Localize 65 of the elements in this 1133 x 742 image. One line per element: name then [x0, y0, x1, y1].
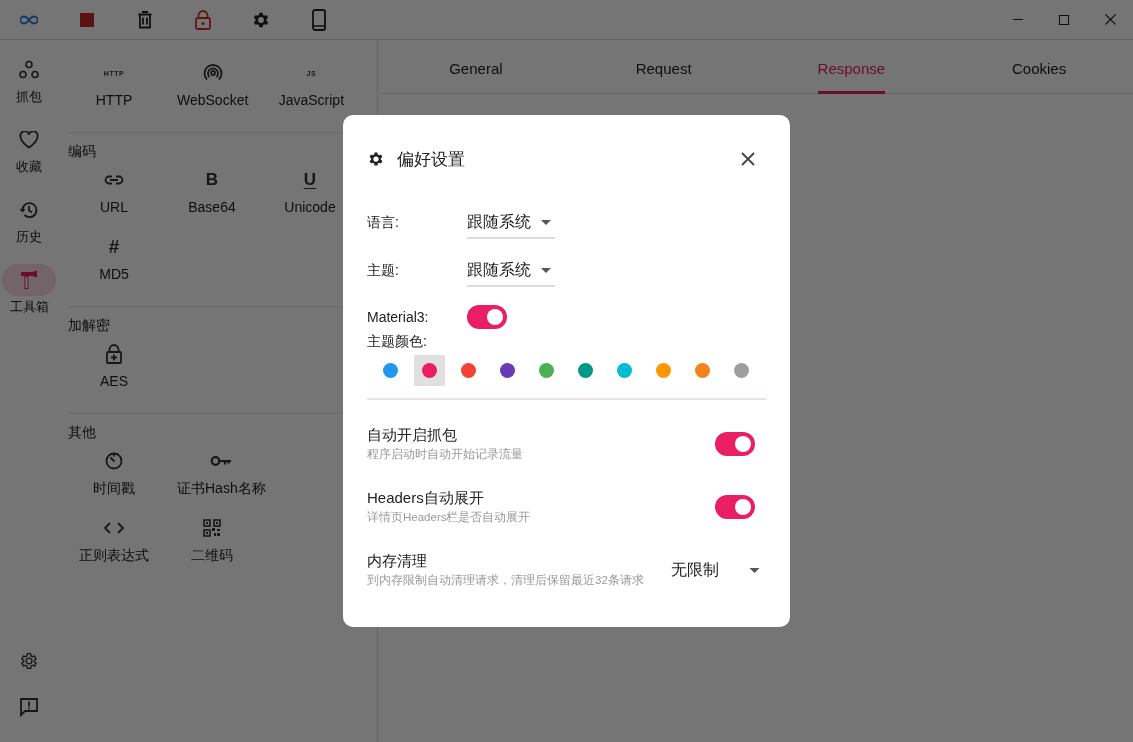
phone-icon — [312, 8, 326, 31]
lock-plus-icon — [106, 344, 122, 364]
history-icon — [19, 200, 39, 220]
tool-item[interactable]: URL — [65, 167, 163, 225]
nav-item[interactable]: 收藏 — [0, 124, 58, 180]
feedback-icon — [19, 697, 39, 717]
dropdown[interactable]: 无限制 — [671, 559, 760, 581]
trash-icon — [138, 10, 152, 29]
tab[interactable]: Response — [757, 40, 946, 93]
field-label: 语言: — [367, 214, 400, 232]
stop-icon — [80, 12, 94, 27]
tab[interactable]: Request — [569, 40, 758, 93]
tool-item[interactable]: WebSocket — [163, 60, 263, 118]
timer-icon — [105, 452, 123, 470]
section-heading: 编码 — [68, 143, 97, 161]
heart-icon — [19, 131, 39, 149]
color-option[interactable] — [414, 355, 445, 386]
dropdown-arrow-icon — [541, 267, 551, 273]
link-icon — [104, 175, 124, 185]
setting-description: 到内存限制自动清理请求，清理后保留最近32条请求 — [367, 573, 645, 588]
tool-item[interactable]: B Base64 — [163, 167, 261, 225]
dropdown[interactable]: 跟随系统 — [467, 259, 555, 287]
circles-icon — [19, 60, 39, 80]
close-icon — [1104, 14, 1116, 25]
glyph-icon: # — [108, 236, 120, 258]
tool-item[interactable]: 正则表达式 — [65, 515, 163, 573]
nav-item[interactable]: 历史 — [0, 194, 58, 250]
code-icon — [104, 522, 124, 534]
tab[interactable]: Cookies — [945, 40, 1133, 93]
tool-item[interactable]: # MD5 — [65, 234, 163, 292]
setting-title: Headers自动展开 — [367, 489, 485, 508]
setting-title: 自动开启抓包 — [367, 426, 458, 445]
field-label: 主题颜色: — [367, 333, 428, 351]
dropdown[interactable]: 跟随系统 — [467, 211, 555, 239]
field-label: Material3: — [367, 309, 430, 325]
settings-icon — [19, 651, 39, 671]
settings-icon — [367, 150, 385, 168]
hammer-icon — [20, 270, 38, 290]
tool-item[interactable]: 二维码 — [163, 515, 261, 573]
glyph-icon: U — [303, 170, 317, 190]
dropdown-arrow-icon — [541, 219, 551, 225]
section-heading: 加解密 — [68, 317, 111, 335]
tool-item[interactable]: AES — [65, 341, 163, 399]
tool-item[interactable]: 时间戳 — [65, 448, 163, 506]
toggle-switch[interactable] — [715, 495, 755, 519]
minimize-icon — [1013, 19, 1023, 20]
toggle-switch[interactable] — [715, 432, 755, 456]
lock-icon — [195, 9, 211, 30]
nav-item[interactable]: 抓包 — [0, 54, 58, 110]
toggle-switch[interactable] — [467, 305, 507, 329]
dropdown-arrow-icon — [749, 567, 760, 573]
setting-description: 详情页Headers栏是否自动展开 — [367, 510, 532, 525]
tab[interactable]: General — [382, 40, 570, 93]
close-icon — [741, 152, 755, 166]
tool-item[interactable]: 证书Hash名称 — [163, 448, 280, 506]
setting-description: 程序启动时自动开始记录流量 — [367, 447, 524, 462]
field-label: 主题: — [367, 262, 400, 280]
dialog-title: 偏好设置 — [397, 148, 466, 171]
tool-item[interactable]: U Unicode — [261, 167, 359, 225]
maximize-icon — [1059, 14, 1069, 25]
broadcast-icon — [202, 63, 223, 83]
key-icon — [210, 455, 233, 467]
glyph-icon: B — [205, 170, 219, 190]
setting-title: 内存清理 — [367, 552, 428, 571]
qr-code-icon — [203, 519, 221, 537]
